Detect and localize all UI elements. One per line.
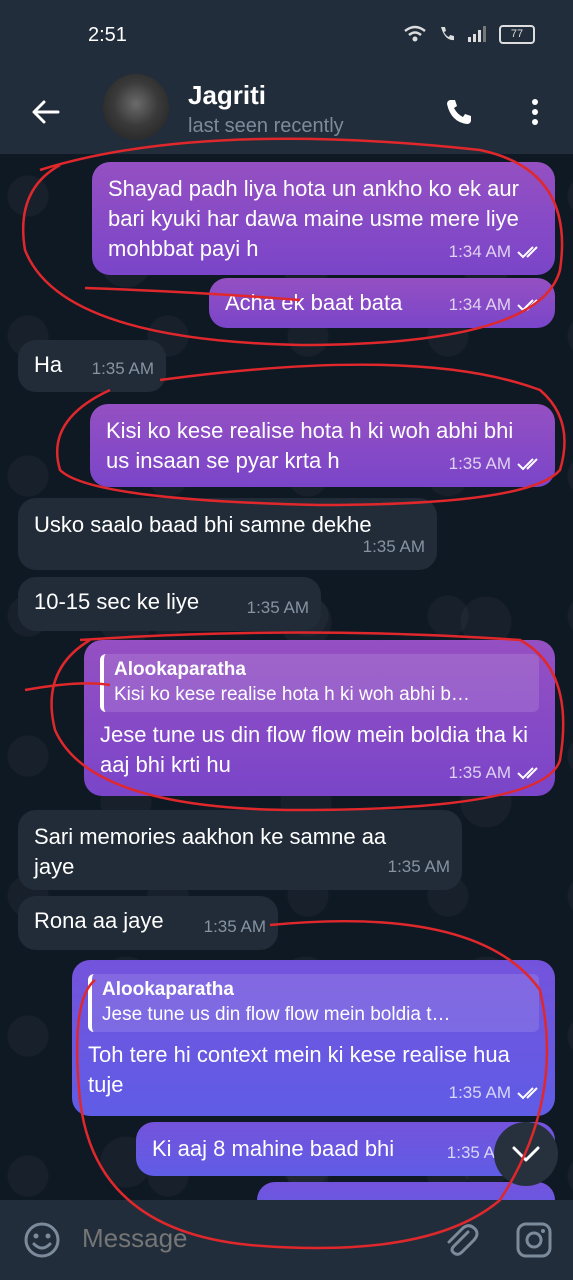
message-time: 1:34 AM (448, 242, 511, 261)
message-outgoing-reply[interactable]: Alookaparatha Jese tune us din flow flow… (72, 960, 555, 1116)
message-meta: 1:35 AM (92, 354, 154, 384)
message-incoming[interactable]: Usko saalo baad bhi samne dekhe 1:35 AM (18, 498, 437, 570)
chevron-down-icon (512, 1146, 540, 1162)
double-check-icon (517, 767, 538, 780)
message-time: 1:35 AM (448, 454, 511, 473)
call-wifi-icon (441, 27, 454, 41)
message-incoming[interactable]: Rona aa jaye 1:35 AM (18, 896, 278, 950)
message-time: 1:35 AM (246, 598, 309, 617)
chat-area[interactable]: Shayad padh liya hota un ankho ko ek aur… (0, 154, 573, 1200)
message-text: Sari memories aakhon ke samne aa jaye (34, 824, 387, 879)
double-check-icon (517, 246, 538, 259)
instagram-camera-button[interactable] (512, 1218, 556, 1262)
back-button[interactable] (26, 92, 66, 132)
message-outgoing[interactable]: Shayad padh liya hota un ankho ko ek aur… (92, 162, 555, 275)
message-meta: 1:35 A (447, 1138, 495, 1168)
message-time: 1:35 AM (203, 917, 266, 936)
double-check-icon (517, 458, 538, 471)
battery-icon: 77 (499, 24, 535, 44)
reply-quote[interactable]: Alookaparatha Kisi ko kese realise hota … (100, 654, 539, 712)
call-button[interactable] (437, 90, 481, 134)
message-time: 1:35 A (446, 1143, 495, 1162)
message-time: 1:35 AM (362, 537, 425, 556)
message-incoming[interactable]: 10-15 sec ke liye 1:35 AM (18, 577, 321, 631)
message-outgoing-partial[interactable] (257, 1182, 555, 1200)
status-time: 2:51 (88, 24, 127, 46)
message-time: 1:35 AM (387, 857, 450, 876)
double-check-icon (517, 1087, 538, 1100)
message-outgoing[interactable]: Kisi ko kese realise hota h ki woh abhi … (90, 404, 555, 487)
more-options-button[interactable] (513, 90, 557, 134)
instagram-camera-icon (516, 1222, 552, 1258)
message-meta: 1:34 AM (449, 237, 543, 267)
message-input[interactable] (80, 1222, 424, 1255)
status-icons: 77 (403, 24, 535, 44)
reply-snippet: Jese tune us din flow flow mein boldia t… (102, 1004, 451, 1025)
message-meta: 1:35 AM (363, 532, 425, 562)
reply-snippet: Kisi ko kese realise hota h ki woh abhi … (114, 684, 470, 705)
last-seen-status: last seen recently (188, 115, 344, 137)
back-arrow-icon (32, 100, 60, 124)
message-meta: 1:35 AM (204, 912, 266, 942)
message-time: 1:35 AM (91, 359, 154, 378)
double-check-icon (517, 299, 538, 312)
message-incoming[interactable]: Sari memories aakhon ke samne aa jaye 1:… (18, 810, 462, 890)
status-bar: 2:51 77 (0, 0, 573, 70)
message-time: 1:34 AM (448, 295, 511, 314)
message-meta: 1:35 AM (449, 1078, 543, 1108)
avatar[interactable] (103, 74, 169, 140)
emoji-button[interactable] (22, 1220, 62, 1260)
scroll-down-button[interactable] (494, 1122, 558, 1186)
message-meta: 1:34 AM (449, 290, 543, 320)
reply-quote[interactable]: Alookaparatha Jese tune us din flow flow… (88, 974, 539, 1032)
message-meta: 1:35 AM (449, 449, 543, 479)
signal-icon (468, 26, 486, 42)
emoji-icon (24, 1222, 60, 1258)
message-time: 1:35 AM (448, 1083, 511, 1102)
message-outgoing[interactable]: Ki aaj 8 mahine baad bhi 1:35 A (136, 1122, 555, 1176)
composer-bar (0, 1200, 573, 1280)
chat-header: Jagriti last seen recently (0, 70, 573, 154)
wifi-icon (404, 25, 426, 42)
contact-name[interactable]: Jagriti (188, 80, 266, 111)
reply-author: Alookaparatha (102, 979, 234, 1000)
attach-button[interactable] (438, 1218, 482, 1262)
message-time: 1:35 AM (448, 763, 511, 782)
message-incoming[interactable]: Ha 1:35 AM (18, 340, 166, 392)
message-outgoing[interactable]: Acha ek baat bata 1:34 AM (209, 278, 555, 328)
message-meta: 1:35 AM (388, 852, 450, 882)
reply-author: Alookaparatha (114, 659, 246, 680)
message-outgoing-reply[interactable]: Alookaparatha Kisi ko kese realise hota … (84, 640, 555, 796)
message-meta: 1:35 AM (247, 593, 309, 623)
paperclip-icon (447, 1224, 479, 1256)
more-vertical-icon (532, 99, 538, 125)
message-meta: 1:35 AM (449, 758, 543, 788)
phone-icon (447, 100, 471, 124)
